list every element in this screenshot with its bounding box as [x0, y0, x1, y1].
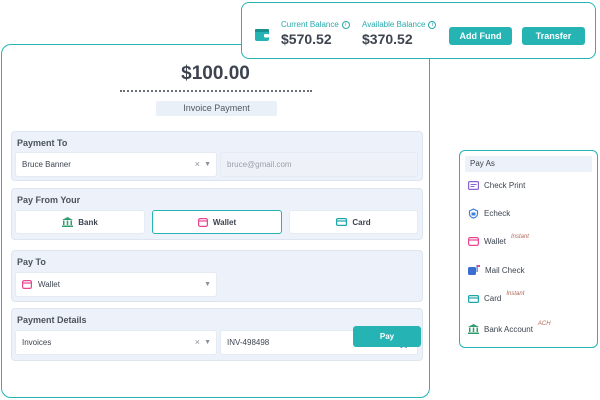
pay-from-bank-option[interactable]: Bank	[15, 210, 145, 234]
pay-as-mail-check[interactable]: Mail Check	[468, 265, 525, 275]
chevron-down-icon[interactable]: ▼	[204, 273, 211, 296]
wallet-option-label: Wallet	[212, 217, 237, 227]
email-placeholder: bruce@gmail.com	[227, 160, 292, 169]
pay-from-title: Pay From Your	[17, 195, 81, 205]
pay-to-method-select[interactable]: Wallet ▼	[15, 272, 217, 297]
mail-check-icon	[468, 265, 480, 275]
clear-icon[interactable]: ×	[195, 153, 200, 176]
current-balance-label: Current Balance i	[281, 20, 350, 29]
payment-to-section: Payment To Bruce Banner × ▼ bruce@gmail.…	[11, 131, 423, 181]
echeck-icon	[468, 208, 479, 219]
card-icon	[468, 294, 479, 303]
bank-icon	[62, 217, 74, 227]
wallet-balance-icon	[255, 28, 269, 46]
current-balance-text: Current Balance	[281, 20, 339, 29]
email-field[interactable]: bruce@gmail.com	[220, 152, 418, 177]
check-print-label: Check Print	[484, 181, 526, 190]
echeck-label: Echeck	[484, 209, 511, 218]
wallet-icon	[22, 280, 32, 289]
pay-to-section: Pay To Wallet ▼	[11, 250, 423, 302]
pay-from-section: Pay From Your Bank Wallet Card	[11, 188, 423, 240]
payment-details-title: Payment Details	[17, 315, 87, 325]
pay-to-method-value: Wallet	[38, 280, 60, 289]
instant-badge: Instant	[510, 233, 529, 240]
pay-as-check-print[interactable]: Check Print	[468, 181, 525, 190]
pay-to-title: Pay To	[17, 257, 46, 267]
info-icon[interactable]: i	[341, 20, 350, 29]
card-option-label: Card	[352, 217, 371, 227]
recipient-select[interactable]: Bruce Banner × ▼	[15, 152, 217, 177]
ach-badge: ACH	[537, 321, 551, 327]
instant-badge: Instant	[506, 290, 525, 297]
available-balance-text: Available Balance	[362, 20, 426, 29]
pay-as-card[interactable]: Card Instant	[468, 290, 525, 303]
current-balance-value: $570.52	[281, 31, 332, 47]
bank-account-label: Bank Account	[484, 324, 533, 334]
pay-as-title: Pay As	[465, 156, 592, 172]
card-icon	[336, 218, 348, 226]
payment-type-select[interactable]: Invoices × ▼	[15, 330, 217, 355]
payment-type-value: Invoices	[22, 338, 52, 347]
payment-to-title: Payment To	[17, 138, 68, 148]
pay-button[interactable]: Pay	[353, 326, 421, 347]
pay-as-wallet[interactable]: Wallet Instant	[468, 233, 529, 246]
payment-amount: $100.00	[181, 63, 250, 84]
available-balance-value: $370.52	[362, 31, 413, 47]
invoice-number-value: INV-498498	[227, 338, 270, 347]
card-label: Card	[484, 294, 502, 303]
bank-icon	[468, 324, 479, 334]
pay-from-card-option[interactable]: Card	[289, 210, 418, 234]
balance-card: Current Balance i $570.52 Available Bala…	[241, 2, 596, 59]
clear-icon[interactable]: ×	[195, 331, 200, 354]
bank-option-label: Bank	[78, 217, 98, 227]
transfer-button[interactable]: Transfer	[522, 27, 585, 45]
pay-as-card: Pay As Check Print Echeck Wallet Instant…	[459, 150, 598, 348]
available-balance-label: Available Balance i	[362, 20, 437, 29]
wallet-icon	[468, 237, 479, 246]
pay-from-wallet-option[interactable]: Wallet	[152, 210, 282, 234]
wallet-label: Wallet	[484, 237, 506, 246]
info-icon[interactable]: i	[428, 20, 437, 29]
chevron-down-icon[interactable]: ▼	[204, 153, 211, 176]
pay-as-echeck[interactable]: Echeck	[468, 208, 510, 219]
amount-divider	[120, 90, 312, 92]
recipient-value: Bruce Banner	[22, 160, 71, 169]
add-fund-button[interactable]: Add Fund	[449, 27, 512, 45]
pay-as-bank-account[interactable]: Bank Account ACH	[468, 321, 551, 334]
check-print-icon	[468, 181, 479, 190]
wallet-icon	[197, 217, 208, 227]
chevron-down-icon[interactable]: ▼	[204, 331, 211, 354]
payment-type-badge: Invoice Payment	[156, 101, 277, 116]
mail-check-label: Mail Check	[485, 265, 525, 275]
